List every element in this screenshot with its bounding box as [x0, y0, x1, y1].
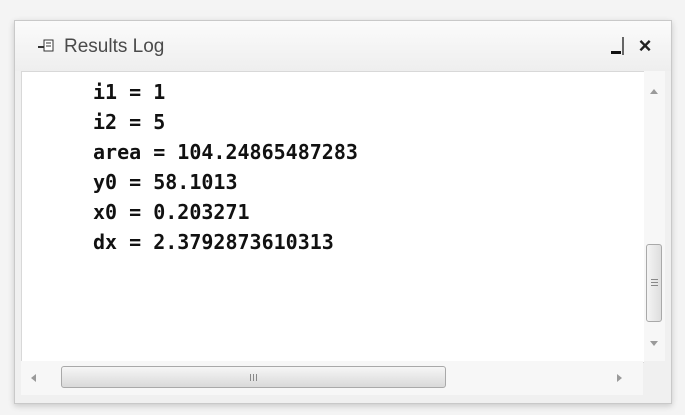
log-line-i1: i1 = 1 [93, 80, 166, 104]
log-line-y0: y0 = 58.1013 [93, 170, 238, 194]
vertical-scroll-thumb[interactable] [646, 244, 662, 322]
scroll-right-arrow-icon[interactable] [617, 374, 622, 382]
grip-line-icon [250, 374, 251, 381]
scroll-down-arrow-icon[interactable] [650, 341, 658, 346]
scroll-up-arrow-icon[interactable] [650, 89, 658, 94]
grip-line-icon [253, 374, 254, 381]
window-title: Results Log [64, 36, 165, 57]
close-icon: × [638, 33, 652, 58]
results-log-app-icon [38, 39, 54, 52]
log-line-area: area = 104.24865487283 [93, 140, 358, 164]
title-bar[interactable]: Results Log × [15, 21, 671, 71]
grip-line-icon [651, 282, 658, 283]
log-line-i2: i2 = 5 [93, 110, 166, 134]
horizontal-scrollbar[interactable] [21, 361, 643, 395]
close-button[interactable]: × [634, 35, 656, 57]
minimize-button[interactable] [606, 35, 628, 57]
log-line-dx: dx = 2.3792873610313 [93, 230, 334, 254]
horizontal-scroll-thumb[interactable] [61, 366, 446, 388]
minimize-separator [622, 37, 624, 55]
vertical-scrollbar[interactable] [644, 71, 665, 361]
scrollbar-corner [644, 361, 665, 395]
grip-line-icon [651, 285, 658, 286]
scroll-left-arrow-icon[interactable] [31, 374, 36, 382]
minimize-icon [611, 51, 621, 54]
results-log-window: Results Log × i1 = 1 i2 = 5 area = 104.2… [14, 20, 672, 404]
log-lines: i1 = 1 i2 = 5 area = 104.24865487283 y0 … [93, 77, 358, 257]
log-content-area[interactable]: i1 = 1 i2 = 5 area = 104.24865487283 y0 … [21, 71, 645, 363]
log-line-x0: x0 = 0.203271 [93, 200, 250, 224]
grip-line-icon [256, 374, 257, 381]
grip-line-icon [651, 279, 658, 280]
